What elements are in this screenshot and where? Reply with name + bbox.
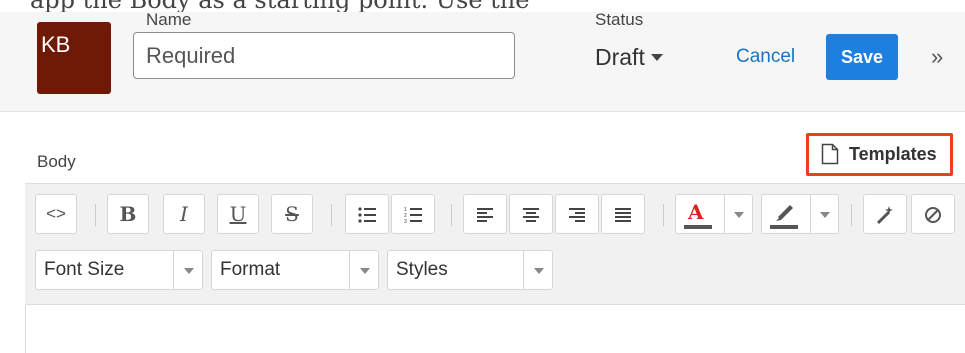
highlight-color-swatch bbox=[770, 225, 798, 229]
divider bbox=[95, 204, 96, 226]
strikethrough-button[interactable]: S bbox=[271, 194, 313, 234]
save-button[interactable]: Save bbox=[826, 34, 898, 80]
file-icon bbox=[821, 143, 839, 165]
format-value: Format bbox=[220, 259, 281, 280]
source-code-button[interactable]: <> bbox=[35, 194, 77, 234]
top-caption: app the Body as a starting point. Use th… bbox=[30, 0, 529, 12]
underline-button[interactable]: U bbox=[217, 194, 259, 234]
svg-text:3: 3 bbox=[404, 219, 407, 224]
bulleted-list-button[interactable] bbox=[345, 194, 389, 234]
avatar-initials: KB bbox=[41, 32, 71, 57]
magic-wand-button[interactable] bbox=[863, 194, 907, 234]
avatar: KB bbox=[37, 22, 111, 94]
clear-format-button[interactable] bbox=[911, 194, 955, 234]
align-right-icon bbox=[569, 207, 585, 222]
align-left-icon bbox=[477, 207, 493, 222]
name-label: Name bbox=[146, 10, 192, 29]
font-size-value: Font Size bbox=[44, 259, 125, 280]
caption-strip: app the Body as a starting point. Use th… bbox=[0, 0, 965, 12]
divider bbox=[331, 204, 332, 226]
divider bbox=[663, 204, 664, 226]
cancel-button[interactable]: Cancel bbox=[736, 46, 795, 68]
highlight-color-button[interactable] bbox=[761, 194, 839, 234]
chevron-down-icon bbox=[650, 53, 663, 61]
font-color-dropdown[interactable] bbox=[724, 195, 752, 233]
record-header: KB Name Status Draft Cancel Save » bbox=[0, 0, 965, 112]
format-select[interactable]: Format bbox=[211, 250, 379, 290]
name-input[interactable] bbox=[133, 32, 515, 79]
status-label: Status bbox=[595, 10, 644, 29]
highlighter-icon bbox=[776, 205, 793, 221]
align-left-button[interactable] bbox=[463, 194, 507, 234]
font-color-swatch bbox=[684, 225, 712, 229]
more-actions-button[interactable]: » bbox=[931, 44, 943, 70]
styles-select[interactable]: Styles bbox=[387, 250, 553, 290]
font-size-dropdown[interactable] bbox=[173, 251, 203, 289]
format-dropdown[interactable] bbox=[349, 251, 379, 289]
align-center-icon bbox=[523, 207, 539, 222]
body-editor[interactable] bbox=[25, 305, 965, 353]
magic-wand-icon bbox=[876, 205, 893, 224]
chevron-down-icon bbox=[820, 212, 830, 218]
editor-toolbar: <> B I U S 123 A Font Size Format Styles bbox=[25, 183, 965, 305]
divider bbox=[851, 204, 852, 226]
align-right-button[interactable] bbox=[555, 194, 599, 234]
italic-button[interactable]: I bbox=[163, 194, 205, 234]
styles-dropdown[interactable] bbox=[523, 251, 553, 289]
bulleted-list-icon bbox=[358, 207, 376, 223]
body-label: Body bbox=[37, 152, 76, 171]
font-color-button[interactable]: A bbox=[675, 194, 753, 234]
highlight-color-dropdown[interactable] bbox=[810, 195, 838, 233]
chevron-down-icon bbox=[360, 268, 370, 274]
numbered-list-button[interactable]: 123 bbox=[391, 194, 435, 234]
chevron-down-icon bbox=[184, 268, 194, 274]
templates-button[interactable]: Templates bbox=[806, 133, 953, 176]
status-value: Draft bbox=[595, 44, 645, 70]
align-center-button[interactable] bbox=[509, 194, 553, 234]
styles-value: Styles bbox=[396, 259, 448, 280]
numbered-list-icon: 123 bbox=[404, 207, 422, 225]
font-size-select[interactable]: Font Size bbox=[35, 250, 203, 290]
chevron-down-icon bbox=[734, 212, 744, 218]
align-justify-button[interactable] bbox=[601, 194, 645, 234]
bold-button[interactable]: B bbox=[107, 194, 149, 234]
divider bbox=[451, 204, 452, 226]
align-justify-icon bbox=[615, 207, 631, 222]
status-dropdown[interactable]: Draft bbox=[595, 44, 663, 71]
clear-format-icon bbox=[925, 206, 941, 223]
chevron-down-icon bbox=[534, 268, 544, 274]
templates-label: Templates bbox=[849, 144, 937, 164]
